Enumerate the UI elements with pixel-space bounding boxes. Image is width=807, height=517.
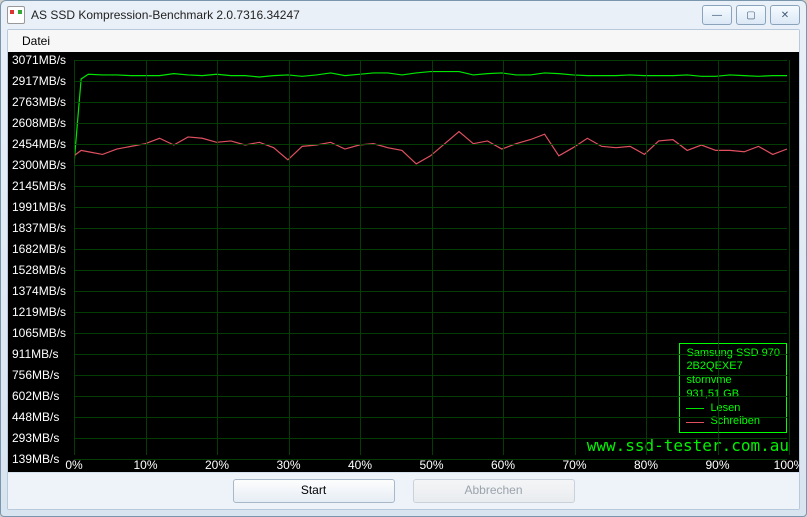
legend-read-label: Lesen [710, 402, 740, 416]
gridline-v [360, 60, 361, 455]
gridline-v [217, 60, 218, 455]
gridline-h [74, 333, 787, 334]
series-schreiben [74, 132, 787, 164]
gridline-h [74, 228, 787, 229]
gridline-v [575, 60, 576, 455]
gridline-v [289, 60, 290, 455]
gridline-h [74, 312, 787, 313]
x-axis-label: 0% [65, 459, 82, 471]
chart: Samsung SSD 970 2B2QEXE7 stornvme 931,51… [8, 52, 799, 473]
y-axis-label: 448MB/s [12, 411, 59, 423]
gridline-h [74, 207, 787, 208]
gridline-h [74, 165, 787, 166]
x-axis-label: 10% [133, 459, 157, 471]
y-axis-label: 1528MB/s [12, 264, 66, 276]
legend-read: Lesen [686, 402, 780, 416]
x-axis-label: 30% [276, 459, 300, 471]
gridline-h [74, 81, 787, 82]
legend-driver: stornvme [686, 374, 780, 388]
button-bar: Start Abbrechen [8, 472, 799, 509]
y-axis-label: 2763MB/s [12, 96, 66, 108]
minimize-button[interactable]: — [702, 5, 732, 25]
legend-size: 931,51 GB [686, 388, 780, 402]
window: AS SSD Kompression-Benchmark 2.0.7316.34… [0, 0, 807, 517]
y-axis-label: 139MB/s [12, 453, 59, 465]
y-axis-label: 293MB/s [12, 432, 59, 444]
gridline-h [74, 186, 787, 187]
gridline-h [74, 123, 787, 124]
menu-datei[interactable]: Datei [16, 32, 56, 50]
y-axis-label: 602MB/s [12, 390, 59, 402]
y-axis-label: 1065MB/s [12, 327, 66, 339]
y-axis-label: 2300MB/s [12, 159, 66, 171]
x-axis-label: 60% [491, 459, 515, 471]
gridline-h [74, 144, 787, 145]
titlebar: AS SSD Kompression-Benchmark 2.0.7316.34… [1, 1, 806, 29]
x-axis-label: 20% [205, 459, 229, 471]
x-axis-label: 70% [562, 459, 586, 471]
gridline-v [146, 60, 147, 455]
app-icon [7, 6, 25, 24]
line-swatch-icon [686, 408, 704, 409]
gridline-v [74, 60, 75, 455]
y-axis-label: 756MB/s [12, 369, 59, 381]
start-button[interactable]: Start [233, 479, 395, 503]
gridline-h [74, 102, 787, 103]
x-axis-label: 80% [634, 459, 658, 471]
y-axis-label: 2145MB/s [12, 180, 66, 192]
gridline-h [74, 354, 787, 355]
x-axis-label: 50% [419, 459, 443, 471]
gridline-v [718, 60, 719, 455]
gridline-v [503, 60, 504, 455]
gridline-h [74, 417, 787, 418]
menubar: Datei [8, 30, 799, 53]
abort-button: Abbrechen [413, 479, 575, 503]
window-controls: — ▢ ✕ [702, 5, 800, 25]
y-axis-label: 911MB/s [12, 348, 58, 360]
y-axis-label: 3071MB/s [12, 54, 66, 66]
x-axis-label: 40% [348, 459, 372, 471]
legend-firmware: 2B2QEXE7 [686, 360, 780, 374]
gridline-h [74, 396, 787, 397]
maximize-button[interactable]: ▢ [736, 5, 766, 25]
close-button[interactable]: ✕ [770, 5, 800, 25]
gridline-h [74, 270, 787, 271]
y-axis-label: 1682MB/s [12, 243, 66, 255]
y-axis-label: 2454MB/s [12, 138, 66, 150]
y-axis-label: 2608MB/s [12, 117, 66, 129]
x-axis-label: 90% [705, 459, 729, 471]
gridline-h [74, 291, 787, 292]
gridline-v [789, 60, 790, 455]
gridline-h [74, 375, 787, 376]
legend-box: Samsung SSD 970 2B2QEXE7 stornvme 931,51… [679, 343, 787, 434]
x-axis-label: 100% [774, 459, 799, 471]
gridline-v [646, 60, 647, 455]
y-axis-label: 2917MB/s [12, 75, 66, 87]
gridline-v [432, 60, 433, 455]
gridline-h [74, 249, 787, 250]
series-lesen [74, 72, 787, 164]
y-axis-label: 1991MB/s [12, 201, 66, 213]
y-axis-label: 1837MB/s [12, 222, 66, 234]
y-axis-label: 1219MB/s [12, 306, 66, 318]
gridline-h [74, 438, 787, 439]
gridline-h [74, 60, 787, 61]
window-title: AS SSD Kompression-Benchmark 2.0.7316.34… [31, 8, 702, 22]
line-swatch-icon [686, 422, 704, 423]
client-area: Datei Samsung SSD 970 2B2QEXE7 stornvme … [7, 29, 800, 510]
y-axis-label: 1374MB/s [12, 285, 66, 297]
